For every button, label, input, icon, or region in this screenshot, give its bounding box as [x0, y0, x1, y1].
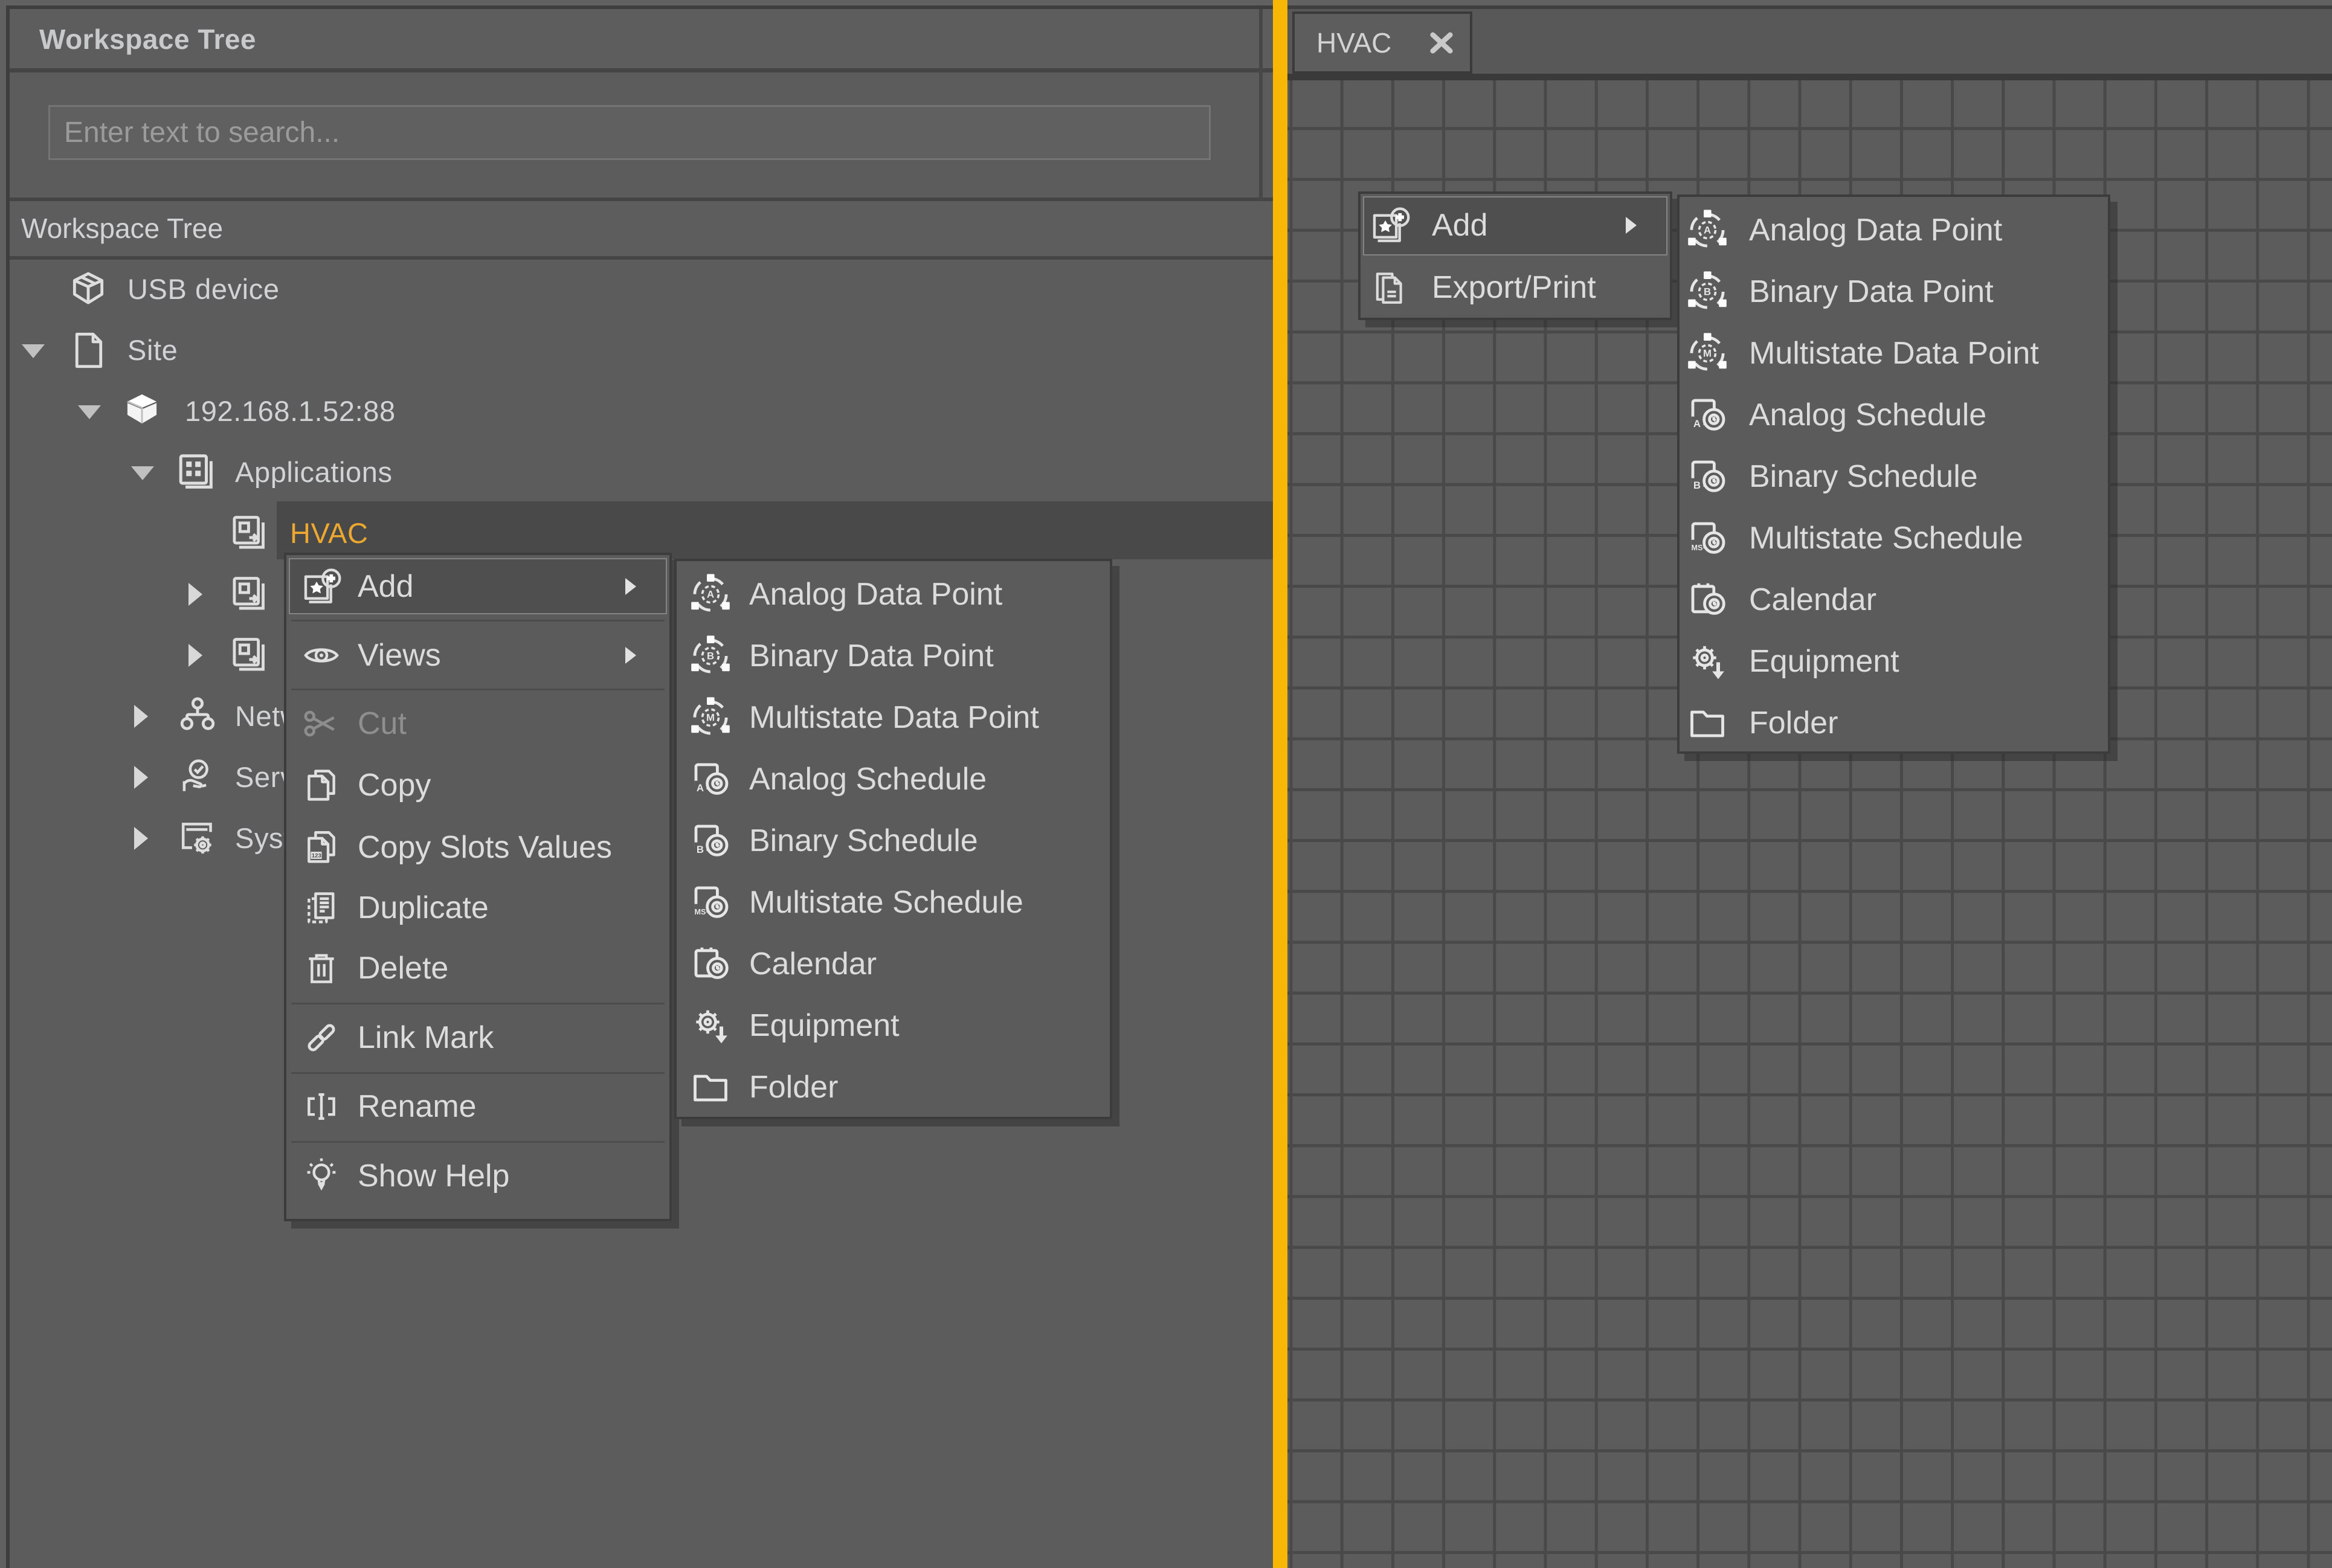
svg-text:M: M — [706, 712, 715, 724]
svg-text:MS: MS — [1691, 544, 1702, 552]
svg-text:B: B — [697, 844, 704, 855]
svg-text:B: B — [707, 651, 714, 662]
svg-text:MS: MS — [694, 908, 706, 916]
svg-text:B: B — [1693, 480, 1701, 491]
svg-text:123: 123 — [312, 852, 321, 859]
svg-text:M: M — [1703, 348, 1712, 359]
svg-text:A: A — [707, 589, 714, 600]
svg-text:B: B — [1704, 286, 1711, 298]
svg-text:A: A — [697, 782, 704, 794]
svg-text:A: A — [1704, 225, 1711, 236]
svg-text:A: A — [1693, 418, 1701, 429]
